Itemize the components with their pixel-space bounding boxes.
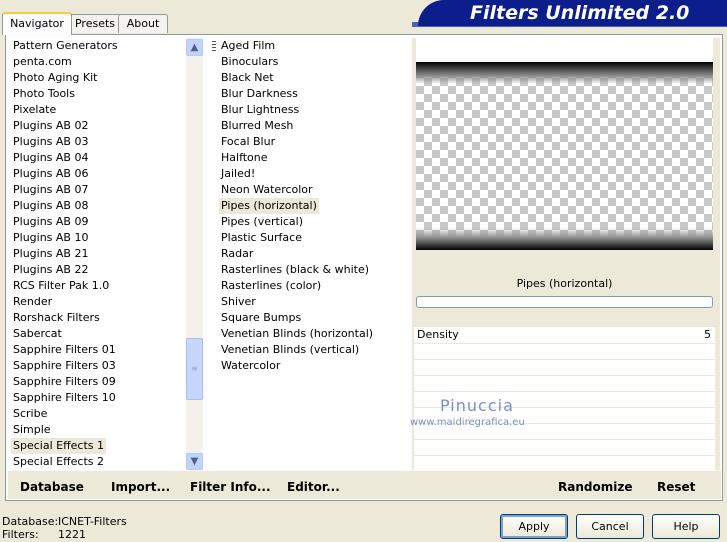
preview-image (416, 62, 713, 250)
filter-item[interactable]: Rasterlines (black & white) (219, 262, 371, 278)
filter-item[interactable]: Pipes (vertical) (219, 214, 305, 230)
database-label: Database: (2, 515, 59, 528)
help-button[interactable]: Help (652, 514, 720, 539)
category-item[interactable]: Render (11, 294, 54, 310)
category-item[interactable]: Sapphire Filters 03 (11, 358, 118, 374)
filters-count-value: 1221 (58, 528, 86, 541)
category-item[interactable]: Plugins AB 07 (11, 182, 90, 198)
cancel-button[interactable]: Cancel (576, 514, 644, 539)
parameter-label: Density (417, 328, 459, 341)
watermark-name: Pinuccia (440, 396, 514, 415)
filter-item[interactable]: Venetian Blinds (vertical) (219, 342, 361, 358)
randomize-button[interactable]: Randomize (558, 480, 632, 494)
parameter-value[interactable]: 5 (704, 328, 711, 341)
category-item[interactable]: Plugins AB 21 (11, 246, 90, 262)
category-item[interactable]: Rorshack Filters (11, 310, 102, 326)
scroll-down-button[interactable]: ▼ (186, 453, 203, 470)
parameter-row (414, 375, 715, 392)
filter-item[interactable]: Watercolor (219, 358, 282, 374)
preview-top-margin (416, 38, 713, 62)
category-item[interactable]: Plugins AB 02 (11, 118, 90, 134)
filter-item[interactable]: Aged Film (219, 38, 277, 54)
preview-filter-name: Pipes (horizontal) (516, 277, 613, 290)
filter-item[interactable]: Binoculars (219, 54, 280, 70)
category-item[interactable]: Photo Aging Kit (11, 70, 99, 86)
reset-button[interactable]: Reset (657, 480, 695, 494)
filters-count-label: Filters: (2, 528, 39, 541)
category-item[interactable]: Special Effects 2 (11, 454, 106, 470)
category-item[interactable]: Plugins AB 08 (11, 198, 90, 214)
parameter-row (414, 359, 715, 376)
category-item[interactable]: Special Effects 1 (11, 438, 107, 454)
tab-navigator[interactable]: Navigator (2, 12, 72, 35)
filter-item[interactable]: Plastic Surface (219, 230, 304, 246)
bottom-toolbar: Database Import... Filter Info... Editor… (8, 471, 721, 499)
category-item[interactable]: Plugins AB 10 (11, 230, 90, 246)
category-item[interactable]: Photo Tools (11, 86, 77, 102)
category-item[interactable]: penta.com (11, 54, 74, 70)
watermark-url: www.maidiregrafica.eu (410, 417, 525, 428)
category-item[interactable]: Scribe (11, 406, 49, 422)
filter-item[interactable]: Blurred Mesh (219, 118, 295, 134)
database-button[interactable]: Database (20, 480, 84, 494)
apply-button[interactable]: Apply (500, 514, 568, 539)
filter-item[interactable]: Shiver (219, 294, 258, 310)
filter-item[interactable]: Square Bumps (219, 310, 303, 326)
parameter-row[interactable]: Density 5 (414, 327, 715, 344)
filter-item[interactable]: Focal Blur (219, 134, 277, 150)
category-item[interactable]: Plugins AB 22 (11, 262, 90, 278)
filter-info-button[interactable]: Filter Info... (190, 480, 271, 494)
filter-item[interactable]: Blur Lightness (219, 102, 301, 118)
category-item[interactable]: Pattern Generators (11, 38, 120, 54)
filter-item[interactable]: Jailed! (219, 166, 257, 182)
list-grip-icon (212, 41, 216, 52)
category-item[interactable]: Plugins AB 06 (11, 166, 90, 182)
category-item[interactable]: Simple (11, 422, 53, 438)
category-item[interactable]: Sapphire Filters 09 (11, 374, 118, 390)
filter-item[interactable]: Halftone (219, 150, 270, 166)
category-item[interactable]: Plugins AB 09 (11, 214, 90, 230)
category-item[interactable]: Plugins AB 04 (11, 150, 90, 166)
filter-item[interactable]: Pipes (horizontal) (219, 198, 319, 214)
tab-presets[interactable]: Presets (66, 14, 124, 33)
filter-list[interactable]: Aged Film Binoculars Black Net Blur Darknes… (207, 38, 409, 470)
parameter-row (414, 439, 715, 456)
category-scrollbar[interactable]: ▲ ≡ ▼ (186, 38, 203, 470)
category-item[interactable]: Pixelate (11, 102, 58, 118)
filter-item[interactable]: Rasterlines (color) (219, 278, 323, 294)
pipe-bottom-band (416, 228, 713, 250)
parameter-row (414, 455, 715, 472)
scroll-up-button[interactable]: ▲ (186, 39, 203, 56)
pipe-top-band (416, 62, 713, 84)
app-title: Filters Unlimited 2.0 (470, 2, 690, 24)
category-item[interactable]: Sapphire Filters 01 (11, 342, 118, 358)
filter-item[interactable]: Radar (219, 246, 255, 262)
category-item[interactable]: Sabercat (11, 326, 64, 342)
category-item[interactable]: Plugins AB 03 (11, 134, 90, 150)
database-value: ICNET-Filters (58, 515, 127, 528)
filter-item[interactable]: Neon Watercolor (219, 182, 315, 198)
scroll-thumb[interactable]: ≡ (186, 338, 203, 400)
tab-about[interactable]: About (118, 14, 168, 33)
category-item[interactable]: Sapphire Filters 10 (11, 390, 118, 406)
progress-bar (416, 296, 713, 308)
filter-item[interactable]: Venetian Blinds (horizontal) (219, 326, 375, 342)
editor-button[interactable]: Editor... (287, 480, 340, 494)
filter-item[interactable]: Blur Darkness (219, 86, 300, 102)
filter-item[interactable]: Black Net (219, 70, 276, 86)
parameter-row (414, 343, 715, 360)
category-item[interactable]: RCS Filter Pak 1.0 (11, 278, 111, 294)
category-list[interactable]: Pattern Generators penta.com Photo Aging K… (8, 38, 203, 470)
import-button[interactable]: Import... (111, 480, 170, 494)
